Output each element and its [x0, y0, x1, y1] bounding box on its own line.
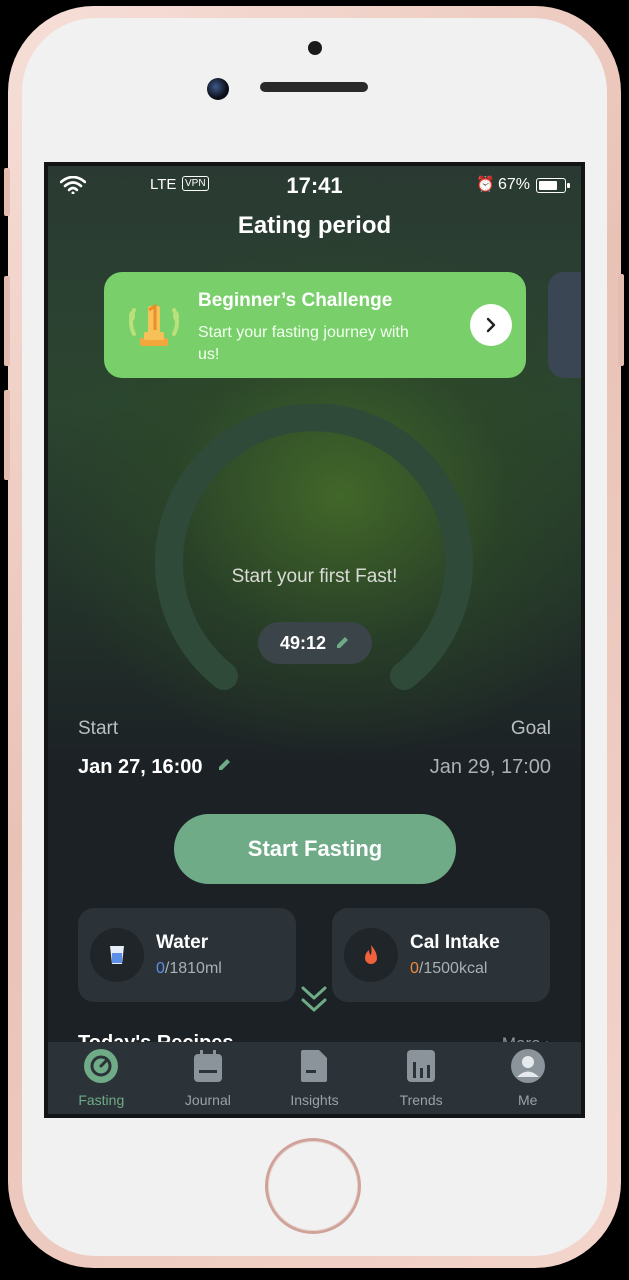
volume-up-button	[4, 276, 10, 366]
duration-value: 49:12	[279, 632, 327, 653]
side-button	[4, 168, 10, 216]
water-title: Water	[156, 932, 209, 953]
tab-label: Me	[517, 1092, 538, 1108]
duration-pill[interactable]: 49:12	[258, 622, 372, 664]
start-time-value[interactable]: Jan 27, 16:00	[78, 756, 232, 779]
water-current: 0	[156, 960, 165, 977]
volume-down-button	[4, 390, 10, 480]
insights-icon	[301, 1050, 328, 1082]
tab-label: Journal	[184, 1092, 231, 1108]
water-target: /1810ml	[164, 960, 222, 977]
fasting-icon	[84, 1049, 119, 1083]
double-chevron-down-icon[interactable]	[300, 984, 328, 1014]
tab-fasting[interactable]: Fasting	[48, 1042, 155, 1114]
cal-icon-wrap	[344, 928, 398, 982]
front-camera	[207, 78, 229, 100]
cal-target: /1500kcal	[418, 960, 488, 977]
earpiece-speaker	[260, 82, 368, 92]
challenge-card[interactable]: Beginner’s Challenge Start your fasting …	[104, 272, 526, 378]
water-glass-icon	[110, 946, 124, 964]
start-label: Start	[78, 718, 119, 739]
status-bar: LTE VPN 17:41 ⏰ 67%	[48, 166, 581, 204]
alarm-icon: ⏰	[476, 176, 495, 193]
proximity-sensor	[308, 41, 322, 55]
power-button	[618, 274, 624, 366]
tab-trends[interactable]: Trends	[368, 1042, 475, 1114]
water-icon-wrap	[90, 928, 144, 982]
trophy-icon	[129, 303, 179, 346]
battery-icon	[536, 178, 570, 193]
tab-label: Trends	[399, 1092, 443, 1108]
next-card-peek[interactable]	[548, 272, 581, 378]
tab-insights[interactable]: Insights	[261, 1042, 368, 1114]
journal-icon	[193, 1050, 222, 1082]
start-time-text: Jan 27, 16:00	[78, 756, 203, 778]
chevron-right-icon[interactable]	[470, 304, 512, 346]
app-screen: LTE VPN 17:41 ⏰ 67% Eating period Beginn…	[44, 162, 585, 1118]
challenge-title: Beginner’s Challenge	[198, 290, 393, 311]
water-card[interactable]: Water 0/1810ml	[78, 908, 296, 1002]
start-fasting-button[interactable]: Start Fasting	[174, 814, 456, 884]
tab-label: Fasting	[78, 1092, 125, 1108]
goal-time-value: Jan 29, 17:00	[429, 756, 551, 778]
pencil-icon	[337, 637, 349, 648]
goal-label: Goal	[510, 718, 551, 739]
home-button[interactable]	[265, 1138, 361, 1234]
tab-me[interactable]: Me	[474, 1042, 581, 1114]
challenge-subtitle: Start your fasting journey with us!	[198, 324, 409, 363]
trends-icon	[407, 1050, 436, 1082]
cal-current: 0	[410, 960, 419, 977]
cal-intake-amount: 0/1500kcal	[410, 960, 487, 978]
battery-percent: 67%	[498, 176, 531, 193]
water-amount: 0/1810ml	[156, 960, 222, 978]
page-title: Eating period	[237, 212, 392, 239]
cal-intake-card[interactable]: Cal Intake 0/1500kcal	[332, 908, 550, 1002]
flame-icon	[365, 945, 377, 964]
pencil-icon	[219, 759, 231, 770]
bottom-tab-bar: Fasting Journal Insights Trends Me	[48, 1042, 581, 1114]
me-icon	[510, 1049, 545, 1083]
ring-prompt: Start your first Fast!	[231, 566, 398, 587]
tab-label: Insights	[290, 1092, 339, 1108]
tab-journal[interactable]: Journal	[155, 1042, 262, 1114]
cal-intake-title: Cal Intake	[410, 932, 500, 953]
